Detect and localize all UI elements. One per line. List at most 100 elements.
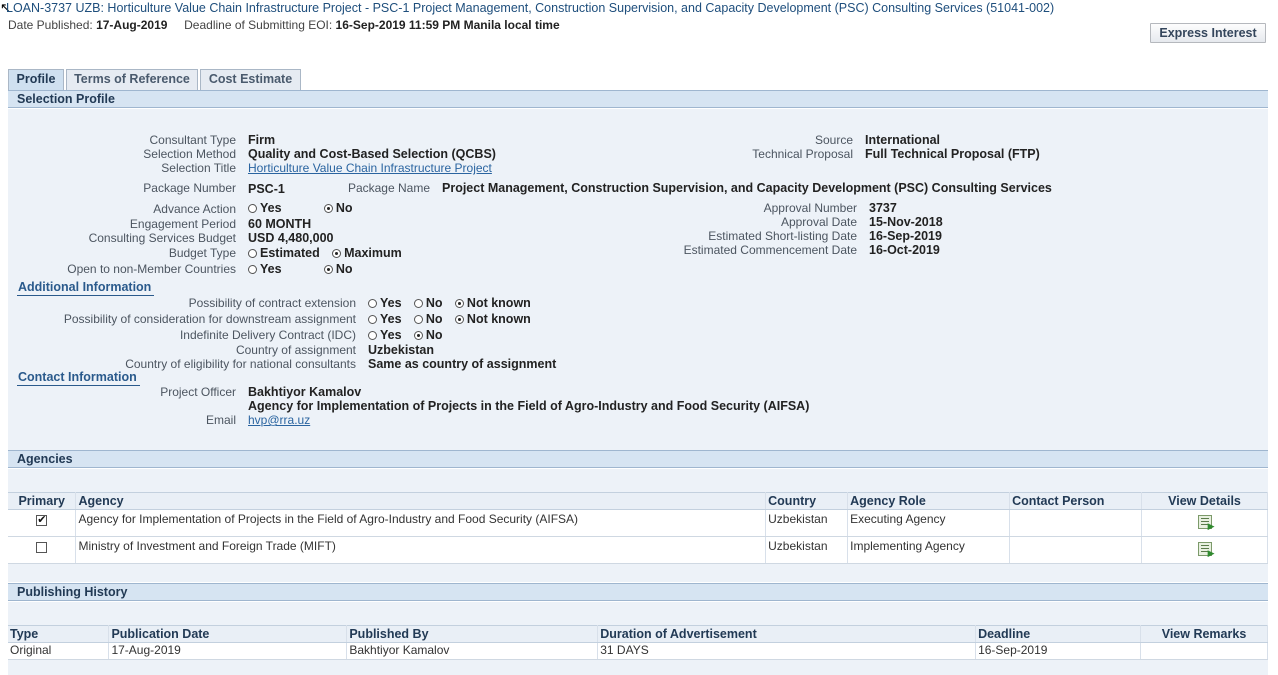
eligibility-label: Country of eligibility for national cons… bbox=[125, 357, 356, 371]
type-cell: Original bbox=[8, 642, 110, 660]
radio-icon[interactable] bbox=[368, 331, 377, 340]
shortlisting-date-label: Estimated Short-listing Date bbox=[708, 229, 857, 243]
project-officer-agency: Agency for Implementation of Projects in… bbox=[248, 399, 810, 413]
contact-information-heading: Contact Information bbox=[17, 370, 140, 386]
additional-information-heading: Additional Information bbox=[17, 280, 155, 296]
open-countries-label: Open to non-Member Countries bbox=[67, 262, 236, 276]
contract-extension-radio-group: Yes No Not known bbox=[368, 296, 540, 310]
selection-title-link[interactable]: Horticulture Value Chain Infrastructure … bbox=[248, 161, 492, 175]
agency-role-cell: Executing Agency bbox=[847, 509, 1011, 537]
eligibility-value: Same as country of assignment bbox=[368, 357, 557, 371]
approval-date-value: 15-Nov-2018 bbox=[869, 215, 943, 229]
tab-cost-estimate[interactable]: Cost Estimate bbox=[200, 69, 301, 90]
downstream-yes-option[interactable]: Yes bbox=[368, 312, 402, 326]
downstream-not-known-option[interactable]: Not known bbox=[454, 312, 531, 326]
contact-person-cell bbox=[1009, 509, 1143, 537]
radio-selected-icon[interactable] bbox=[454, 299, 464, 308]
view-details-icon[interactable] bbox=[1197, 542, 1215, 559]
publishing-history-table: Type Publication Date Published By Durat… bbox=[8, 625, 1268, 660]
agency-cell: Agency for Implementation of Projects in… bbox=[75, 509, 767, 537]
contact-person-cell bbox=[1009, 536, 1143, 564]
technical-proposal-value: Full Technical Proposal (FTP) bbox=[865, 147, 1040, 161]
primary-checkbox-checked[interactable] bbox=[36, 513, 48, 526]
view-details-icon[interactable] bbox=[1197, 515, 1215, 532]
radio-selected-icon[interactable] bbox=[454, 315, 464, 324]
tab-terms-of-reference[interactable]: Terms of Reference bbox=[66, 69, 198, 90]
country-cell: Uzbekistan bbox=[765, 509, 849, 537]
primary-cell bbox=[8, 509, 77, 537]
package-name-label: Package Name bbox=[347, 181, 430, 195]
downstream-assignment-label: Possibility of consideration for downstr… bbox=[63, 312, 356, 326]
primary-cell bbox=[8, 536, 77, 564]
agencies-header: Agencies bbox=[8, 450, 1268, 468]
source-value: International bbox=[865, 133, 941, 147]
radio-icon[interactable] bbox=[368, 299, 377, 308]
open-no-option[interactable]: No bbox=[323, 262, 353, 276]
column-header: Agency Role bbox=[847, 492, 1011, 510]
agency-role-cell: Implementing Agency bbox=[847, 536, 1011, 564]
radio-icon[interactable] bbox=[248, 265, 257, 274]
selection-title-label: Selection Title bbox=[161, 161, 236, 175]
idc-radio-group: Yes No bbox=[368, 328, 452, 342]
column-header: View Remarks bbox=[1140, 625, 1268, 643]
radio-icon[interactable] bbox=[413, 299, 423, 308]
publication-info: Date Published: 17-Aug-2019 Deadline of … bbox=[8, 18, 560, 32]
idc-yes-option[interactable]: Yes bbox=[368, 328, 402, 342]
technical-proposal-label: Technical Proposal bbox=[752, 147, 853, 161]
open-yes-option[interactable]: Yes bbox=[248, 262, 282, 276]
deadline-value: 16-Sep-2019 11:59 PM Manila local time bbox=[335, 18, 560, 32]
shortlisting-date-value: 16-Sep-2019 bbox=[869, 229, 942, 243]
publishing-header-row: Type Publication Date Published By Durat… bbox=[8, 625, 1268, 643]
source-label: Source bbox=[814, 133, 853, 147]
package-name-value: Project Management, Construction Supervi… bbox=[442, 181, 1052, 195]
radio-selected-icon[interactable] bbox=[413, 331, 423, 340]
selection-profile-header: Selection Profile bbox=[8, 90, 1268, 108]
email-label: Email bbox=[205, 413, 236, 427]
commencement-date-value: 16-Oct-2019 bbox=[869, 243, 940, 257]
extension-no-option[interactable]: No bbox=[413, 296, 443, 310]
extension-yes-option[interactable]: Yes bbox=[368, 296, 402, 310]
package-number-value: PSC-1 bbox=[248, 182, 285, 196]
express-interest-button[interactable]: Express Interest bbox=[1150, 23, 1266, 43]
open-countries-radio-group: Yes No bbox=[248, 262, 362, 276]
page-title: LOAN-3737 UZB: Horticulture Value Chain … bbox=[6, 1, 1055, 15]
published-by-cell: Bakhtiyor Kamalov bbox=[346, 642, 599, 660]
approval-number-value: 3737 bbox=[869, 201, 897, 215]
agencies-table: Primary Agency Country Agency Role Conta… bbox=[8, 492, 1268, 564]
package-number-label: Package Number bbox=[143, 181, 236, 195]
table-row: Original 17-Aug-2019 Bakhtiyor Kamalov 3… bbox=[8, 642, 1268, 660]
approval-date-label: Approval Date bbox=[780, 215, 857, 229]
downstream-no-option[interactable]: No bbox=[413, 312, 443, 326]
publishing-history-header: Publishing History bbox=[8, 583, 1268, 601]
column-header: Deadline bbox=[975, 625, 1141, 643]
primary-checkbox-unchecked[interactable] bbox=[36, 542, 48, 553]
approval-number-label: Approval Number bbox=[763, 201, 857, 215]
country-cell: Uzbekistan bbox=[765, 536, 849, 564]
project-officer-value: Bakhtiyor Kamalov bbox=[248, 385, 362, 399]
table-row: Agency for Implementation of Projects in… bbox=[8, 509, 1268, 537]
agency-cell: Ministry of Investment and Foreign Trade… bbox=[75, 536, 767, 564]
column-header: Primary bbox=[8, 492, 77, 510]
column-header: Duration of Advertisement bbox=[597, 625, 977, 643]
column-header: Type bbox=[8, 625, 110, 643]
publication-date-cell: 17-Aug-2019 bbox=[108, 642, 348, 660]
radio-selected-icon[interactable] bbox=[323, 265, 333, 274]
deadline-cell: 16-Sep-2019 bbox=[975, 642, 1141, 660]
idc-no-option[interactable]: No bbox=[413, 328, 443, 342]
table-row: Ministry of Investment and Foreign Trade… bbox=[8, 536, 1268, 564]
column-header: Published By bbox=[346, 625, 599, 643]
column-header: View Details bbox=[1141, 492, 1268, 510]
country-of-assignment-label: Country of assignment bbox=[235, 343, 356, 357]
contract-extension-label: Possibility of contract extension bbox=[188, 296, 356, 310]
tab-profile[interactable]: Profile bbox=[8, 69, 64, 90]
downstream-assignment-radio-group: Yes No Not known bbox=[368, 312, 540, 326]
date-published-value: 17-Aug-2019 bbox=[96, 18, 168, 32]
column-header: Contact Person bbox=[1009, 492, 1143, 510]
column-header: Country bbox=[765, 492, 849, 510]
email-link[interactable]: hvp@rra.uz bbox=[248, 413, 310, 427]
radio-icon[interactable] bbox=[413, 315, 423, 324]
column-header: Publication Date bbox=[108, 625, 348, 643]
extension-not-known-option[interactable]: Not known bbox=[454, 296, 531, 310]
radio-icon[interactable] bbox=[368, 315, 377, 324]
country-of-assignment-value: Uzbekistan bbox=[368, 343, 434, 357]
